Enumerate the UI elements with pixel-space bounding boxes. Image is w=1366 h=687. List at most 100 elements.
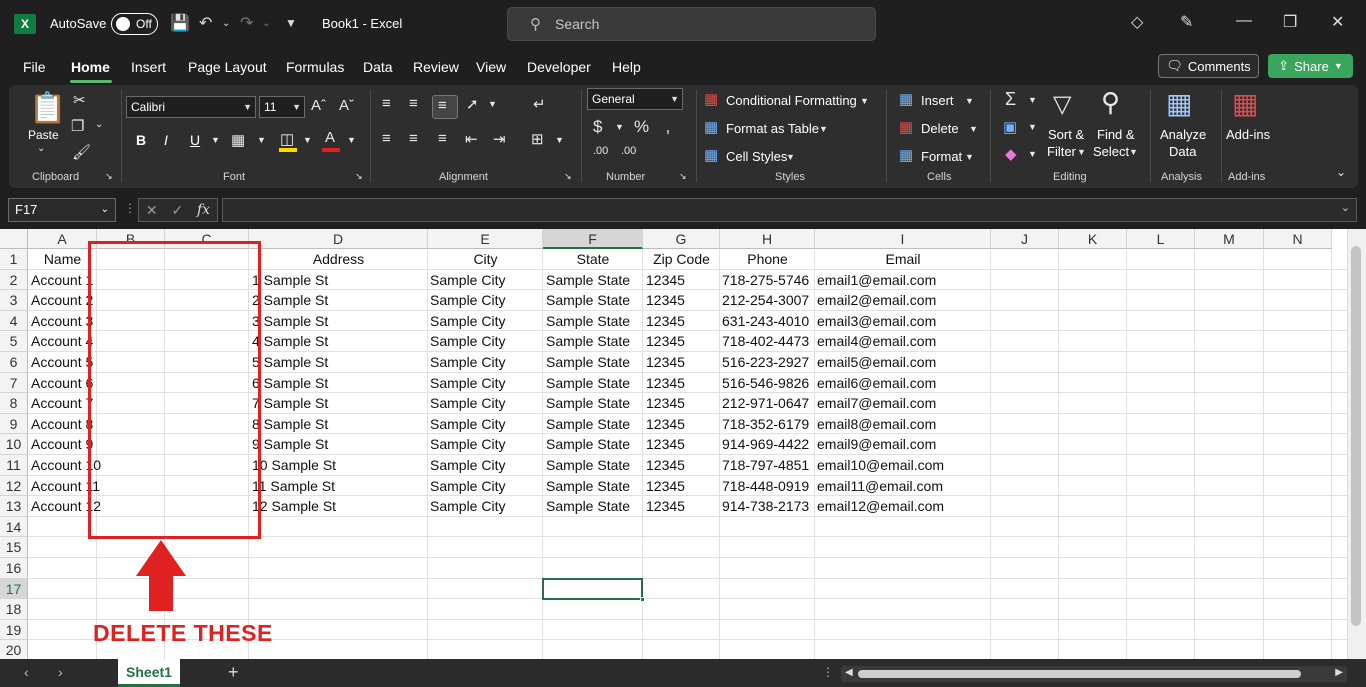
share-button[interactable]: ⇪ Share ▼: [1268, 54, 1353, 78]
cell-address[interactable]: 4 Sample St: [252, 331, 328, 351]
cell-email[interactable]: email2@email.com: [817, 290, 936, 310]
cell-header-phone[interactable]: Phone: [720, 249, 815, 269]
sort-filter-label[interactable]: Sort &: [1048, 127, 1084, 142]
tab-insert[interactable]: Insert: [131, 59, 166, 75]
cell-phone[interactable]: 516-223-2927: [722, 352, 809, 372]
cell-phone[interactable]: 914-738-2173: [722, 496, 809, 516]
format-cells-button[interactable]: Format: [921, 149, 962, 164]
cell-email[interactable]: email6@email.com: [817, 373, 936, 393]
merge-center-icon[interactable]: ⊞: [531, 130, 544, 148]
cell-zip[interactable]: 12345: [646, 270, 685, 290]
conditional-formatting-icon[interactable]: ▦: [704, 90, 718, 108]
cell-address[interactable]: 5 Sample St: [252, 352, 328, 372]
row-header-20[interactable]: 20: [0, 640, 28, 659]
restore-icon[interactable]: ❐: [1283, 12, 1297, 32]
cell-name[interactable]: Account 5: [31, 352, 93, 372]
chevron-down-icon[interactable]: ▼: [819, 124, 828, 134]
pen-icon[interactable]: ✎: [1180, 12, 1193, 32]
cell-header-zip[interactable]: Zip Code: [643, 249, 720, 269]
currency-icon[interactable]: $: [593, 117, 602, 137]
paste-icon[interactable]: 📋: [29, 91, 66, 126]
find-select-label[interactable]: Find &: [1097, 127, 1135, 142]
align-top-icon[interactable]: ≡: [382, 95, 391, 112]
column-header-d[interactable]: D: [249, 229, 428, 249]
cell-name[interactable]: Account 4: [31, 331, 93, 351]
cell-city[interactable]: Sample City: [430, 311, 505, 331]
wrap-text-icon[interactable]: ↵: [533, 95, 546, 113]
cell-address[interactable]: 12 Sample St: [252, 496, 336, 516]
row-header-1[interactable]: 1: [0, 249, 28, 270]
tab-formulas[interactable]: Formulas: [286, 59, 344, 75]
cell-styles-icon[interactable]: ▦: [704, 146, 718, 164]
row-header-14[interactable]: 14: [0, 516, 28, 538]
cell-email[interactable]: email12@email.com: [817, 496, 944, 516]
column-header-l[interactable]: L: [1127, 229, 1195, 249]
borders-icon[interactable]: ▦: [231, 131, 245, 149]
cell-email[interactable]: email8@email.com: [817, 414, 936, 434]
cell-email[interactable]: email1@email.com: [817, 270, 936, 290]
cell-state[interactable]: Sample State: [546, 476, 630, 496]
collapse-ribbon-icon[interactable]: ⌄: [1336, 165, 1346, 179]
orientation-icon[interactable]: ➚: [466, 95, 479, 113]
delete-cells-icon[interactable]: ▦: [899, 118, 913, 136]
column-header-e[interactable]: E: [428, 229, 543, 249]
cell-state[interactable]: Sample State: [546, 414, 630, 434]
column-header-i[interactable]: I: [815, 229, 991, 249]
cell-zip[interactable]: 12345: [646, 331, 685, 351]
analyze-data-label-2[interactable]: Data: [1169, 144, 1196, 159]
row-header-15[interactable]: 15: [0, 537, 28, 558]
italic-button[interactable]: I: [164, 132, 168, 148]
cell-address[interactable]: 1 Sample St: [252, 270, 328, 290]
cell-zip[interactable]: 12345: [646, 455, 685, 475]
cell-name[interactable]: Account 8: [31, 414, 93, 434]
tab-developer[interactable]: Developer: [527, 59, 591, 75]
fill-handle[interactable]: [640, 597, 645, 603]
font-launcher-icon[interactable]: ↘: [355, 171, 363, 182]
cell-email[interactable]: email5@email.com: [817, 352, 936, 372]
row-header-3[interactable]: 3: [0, 290, 28, 311]
save-icon[interactable]: 💾: [170, 13, 190, 33]
increase-decimal-icon[interactable]: .00: [593, 145, 608, 157]
cell-phone[interactable]: 718-402-4473: [722, 331, 809, 351]
more-sheets-icon[interactable]: ⋮: [822, 665, 834, 679]
row-header-5[interactable]: 5: [0, 331, 28, 352]
cell-city[interactable]: Sample City: [430, 434, 505, 454]
find-select-icon[interactable]: ⚲: [1101, 87, 1120, 118]
prev-sheet-icon[interactable]: ‹: [24, 664, 29, 680]
font-name-combo[interactable]: Calibri ▼: [126, 96, 256, 118]
select-all-corner[interactable]: [0, 229, 28, 249]
cell-address[interactable]: 6 Sample St: [252, 373, 328, 393]
analyze-data-icon[interactable]: ▦: [1166, 87, 1192, 120]
font-color-dropdown-icon[interactable]: ▼: [347, 135, 356, 145]
cell-email[interactable]: email9@email.com: [817, 434, 936, 454]
cell-state[interactable]: Sample State: [546, 455, 630, 475]
cell-state[interactable]: Sample State: [546, 331, 630, 351]
align-left-icon[interactable]: ≡: [382, 130, 391, 147]
cell-city[interactable]: Sample City: [430, 331, 505, 351]
row-header-19[interactable]: 19: [0, 619, 28, 641]
fill-dropdown-icon[interactable]: ▼: [303, 135, 312, 145]
cell-city[interactable]: Sample City: [430, 455, 505, 475]
align-right-icon[interactable]: ≡: [438, 130, 447, 147]
number-launcher-icon[interactable]: ↘: [679, 171, 687, 182]
align-middle-icon[interactable]: ≡: [409, 95, 418, 112]
name-box[interactable]: F17 ⌄: [8, 198, 116, 222]
cell-city[interactable]: Sample City: [430, 496, 505, 516]
clipboard-launcher-icon[interactable]: ↘: [105, 171, 113, 182]
cell-state[interactable]: Sample State: [546, 270, 630, 290]
cell-header-state[interactable]: State: [543, 249, 643, 269]
clear-dropdown-icon[interactable]: ▼: [1028, 149, 1037, 159]
format-as-table-button[interactable]: Format as Table: [726, 121, 819, 136]
alignment-launcher-icon[interactable]: ↘: [564, 171, 572, 182]
row-header-16[interactable]: 16: [0, 558, 28, 579]
cell-address[interactable]: 8 Sample St: [252, 414, 328, 434]
row-header-13[interactable]: 13: [0, 496, 28, 517]
row-header-9[interactable]: 9: [0, 413, 28, 435]
find-select-label-2[interactable]: Select: [1093, 144, 1129, 159]
cell-zip[interactable]: 12345: [646, 290, 685, 310]
cell-city[interactable]: Sample City: [430, 290, 505, 310]
orientation-dropdown-icon[interactable]: ▼: [488, 99, 497, 109]
add-ins-icon[interactable]: ▦: [1232, 87, 1258, 120]
row-header-7[interactable]: 7: [0, 372, 28, 394]
font-color-icon[interactable]: A: [325, 129, 335, 146]
